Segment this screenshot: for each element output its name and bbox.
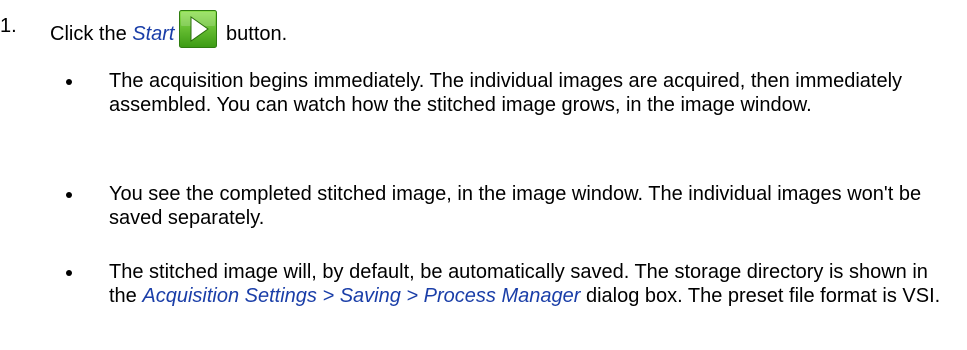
- bullet-text: You see the completed stitched image, in…: [109, 183, 922, 229]
- bullet-dot: [66, 79, 72, 85]
- start-button-icon: [178, 10, 217, 48]
- settings-path: Acquisition Settings > Saving > Process …: [142, 285, 581, 307]
- bullet-dot: [66, 270, 72, 276]
- step-text: Click the Start button.: [50, 10, 288, 52]
- bullet-text: The stitched image will, by default, be …: [109, 260, 954, 308]
- bullet-text: The acquisition begins immediately. The …: [109, 70, 903, 116]
- step-prefix: Click the: [50, 23, 133, 45]
- start-term: Start: [132, 23, 175, 45]
- step-number: 1.: [0, 15, 17, 37]
- play-icon: [178, 10, 217, 48]
- bullet-dot: [66, 192, 72, 198]
- bullet-text-after: dialog box. The preset file format is VS…: [580, 285, 941, 307]
- step-suffix: button.: [220, 23, 288, 45]
